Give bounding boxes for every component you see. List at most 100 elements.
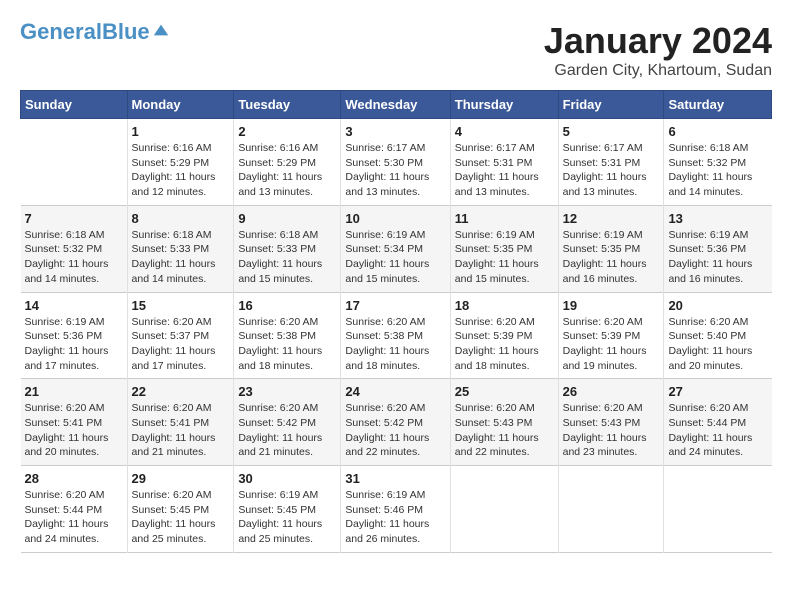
header-thursday: Thursday [450,91,558,119]
day-number: 29 [132,471,230,486]
cell-info: Sunrise: 6:20 AM Sunset: 5:43 PM Dayligh… [563,401,660,460]
logo: GeneralBlue [20,20,170,44]
calendar-week-row: 21 Sunrise: 6:20 AM Sunset: 5:41 PM Dayli… [21,379,772,466]
calendar-cell: 27 Sunrise: 6:20 AM Sunset: 5:44 PM Dayli… [664,379,772,466]
calendar-cell: 6Sunrise: 6:18 AM Sunset: 5:32 PM Daylig… [664,119,772,206]
day-number: 19 [563,298,660,313]
calendar-cell [558,466,664,553]
day-number: 14 [25,298,123,313]
calendar-table: SundayMondayTuesdayWednesdayThursdayFrid… [20,90,772,553]
cell-info: Sunrise: 6:17 AM Sunset: 5:30 PM Dayligh… [345,141,445,200]
day-number: 2 [238,124,336,139]
header-tuesday: Tuesday [234,91,341,119]
day-number: 30 [238,471,336,486]
calendar-cell: 28 Sunrise: 6:20 AM Sunset: 5:44 PM Dayli… [21,466,128,553]
calendar-cell: 19 Sunrise: 6:20 AM Sunset: 5:39 PM Dayli… [558,292,664,379]
day-number: 24 [345,384,445,399]
day-number: 25 [455,384,554,399]
calendar-cell: 3 Sunrise: 6:17 AM Sunset: 5:30 PM Daylig… [341,119,450,206]
day-number: 16 [238,298,336,313]
calendar-cell [664,466,772,553]
day-number: 8 [132,211,230,226]
calendar-cell: 24 Sunrise: 6:20 AM Sunset: 5:42 PM Dayli… [341,379,450,466]
cell-info: Sunrise: 6:16 AM Sunset: 5:29 PM Dayligh… [238,141,336,200]
cell-info: Sunrise: 6:20 AM Sunset: 5:41 PM Dayligh… [132,401,230,460]
calendar-cell [21,119,128,206]
calendar-cell: 31 Sunrise: 6:19 AM Sunset: 5:46 PM Dayli… [341,466,450,553]
calendar-cell: 22 Sunrise: 6:20 AM Sunset: 5:41 PM Dayli… [127,379,234,466]
cell-info: Sunrise: 6:18 AM Sunset: 5:33 PM Dayligh… [132,228,230,287]
cell-info: Sunrise: 6:18 AM Sunset: 5:32 PM Dayligh… [25,228,123,287]
cell-info: Sunrise: 6:20 AM Sunset: 5:44 PM Dayligh… [668,401,767,460]
day-number: 11 [455,211,554,226]
calendar-cell: 25 Sunrise: 6:20 AM Sunset: 5:43 PM Dayli… [450,379,558,466]
calendar-cell: 20 Sunrise: 6:20 AM Sunset: 5:40 PM Dayli… [664,292,772,379]
day-number: 13 [668,211,767,226]
day-number: 9 [238,211,336,226]
day-number: 27 [668,384,767,399]
calendar-cell [450,466,558,553]
day-number: 28 [25,471,123,486]
calendar-week-row: 14 Sunrise: 6:19 AM Sunset: 5:36 PM Dayli… [21,292,772,379]
page-title: January 2024 [544,20,772,62]
header-monday: Monday [127,91,234,119]
calendar-cell: 15 Sunrise: 6:20 AM Sunset: 5:37 PM Dayli… [127,292,234,379]
calendar-cell: 10Sunrise: 6:19 AM Sunset: 5:34 PM Dayli… [341,205,450,292]
cell-info: Sunrise: 6:20 AM Sunset: 5:42 PM Dayligh… [238,401,336,460]
cell-info: Sunrise: 6:19 AM Sunset: 5:45 PM Dayligh… [238,488,336,547]
cell-info: Sunrise: 6:20 AM Sunset: 5:38 PM Dayligh… [238,315,336,374]
day-number: 7 [25,211,123,226]
calendar-cell: 8 Sunrise: 6:18 AM Sunset: 5:33 PM Daylig… [127,205,234,292]
day-number: 31 [345,471,445,486]
cell-info: Sunrise: 6:19 AM Sunset: 5:36 PM Dayligh… [25,315,123,374]
calendar-cell: 17 Sunrise: 6:20 AM Sunset: 5:38 PM Dayli… [341,292,450,379]
cell-info: Sunrise: 6:20 AM Sunset: 5:39 PM Dayligh… [563,315,660,374]
cell-info: Sunrise: 6:19 AM Sunset: 5:46 PM Dayligh… [345,488,445,547]
calendar-week-row: 7 Sunrise: 6:18 AM Sunset: 5:32 PM Daylig… [21,205,772,292]
calendar-cell: 7 Sunrise: 6:18 AM Sunset: 5:32 PM Daylig… [21,205,128,292]
cell-info: Sunrise: 6:20 AM Sunset: 5:37 PM Dayligh… [132,315,230,374]
calendar-cell: 4 Sunrise: 6:17 AM Sunset: 5:31 PM Daylig… [450,119,558,206]
day-number: 12 [563,211,660,226]
calendar-cell: 12 Sunrise: 6:19 AM Sunset: 5:35 PM Dayli… [558,205,664,292]
calendar-cell: 23Sunrise: 6:20 AM Sunset: 5:42 PM Dayli… [234,379,341,466]
cell-info: Sunrise: 6:20 AM Sunset: 5:43 PM Dayligh… [455,401,554,460]
cell-info: Sunrise: 6:20 AM Sunset: 5:42 PM Dayligh… [345,401,445,460]
day-number: 22 [132,384,230,399]
calendar-cell: 16 Sunrise: 6:20 AM Sunset: 5:38 PM Dayli… [234,292,341,379]
cell-info: Sunrise: 6:20 AM Sunset: 5:40 PM Dayligh… [668,315,767,374]
calendar-cell: 18Sunrise: 6:20 AM Sunset: 5:39 PM Dayli… [450,292,558,379]
cell-info: Sunrise: 6:20 AM Sunset: 5:44 PM Dayligh… [25,488,123,547]
calendar-cell: 14 Sunrise: 6:19 AM Sunset: 5:36 PM Dayli… [21,292,128,379]
day-number: 6 [668,124,767,139]
cell-info: Sunrise: 6:20 AM Sunset: 5:45 PM Dayligh… [132,488,230,547]
day-number: 4 [455,124,554,139]
header-friday: Friday [558,91,664,119]
calendar-cell: 29 Sunrise: 6:20 AM Sunset: 5:45 PM Dayli… [127,466,234,553]
cell-info: Sunrise: 6:20 AM Sunset: 5:38 PM Dayligh… [345,315,445,374]
header-wednesday: Wednesday [341,91,450,119]
calendar-cell: 9Sunrise: 6:18 AM Sunset: 5:33 PM Daylig… [234,205,341,292]
calendar-cell: 21Sunrise: 6:20 AM Sunset: 5:41 PM Dayli… [21,379,128,466]
header-sunday: Sunday [21,91,128,119]
page-subtitle: Garden City, Khartoum, Sudan [544,62,772,80]
day-number: 20 [668,298,767,313]
day-number: 1 [132,124,230,139]
cell-info: Sunrise: 6:19 AM Sunset: 5:35 PM Dayligh… [563,228,660,287]
day-number: 15 [132,298,230,313]
calendar-cell: 5Sunrise: 6:17 AM Sunset: 5:31 PM Daylig… [558,119,664,206]
day-number: 21 [25,384,123,399]
calendar-week-row: 28 Sunrise: 6:20 AM Sunset: 5:44 PM Dayli… [21,466,772,553]
calendar-cell: 2 Sunrise: 6:16 AM Sunset: 5:29 PM Daylig… [234,119,341,206]
header-saturday: Saturday [664,91,772,119]
day-number: 26 [563,384,660,399]
day-number: 10 [345,211,445,226]
day-number: 3 [345,124,445,139]
day-number: 17 [345,298,445,313]
title-block: January 2024 Garden City, Khartoum, Suda… [544,20,772,80]
calendar-cell: 13Sunrise: 6:19 AM Sunset: 5:36 PM Dayli… [664,205,772,292]
calendar-cell: 26 Sunrise: 6:20 AM Sunset: 5:43 PM Dayli… [558,379,664,466]
cell-info: Sunrise: 6:17 AM Sunset: 5:31 PM Dayligh… [455,141,554,200]
cell-info: Sunrise: 6:20 AM Sunset: 5:39 PM Dayligh… [455,315,554,374]
calendar-cell: 1Sunrise: 6:16 AM Sunset: 5:29 PM Daylig… [127,119,234,206]
